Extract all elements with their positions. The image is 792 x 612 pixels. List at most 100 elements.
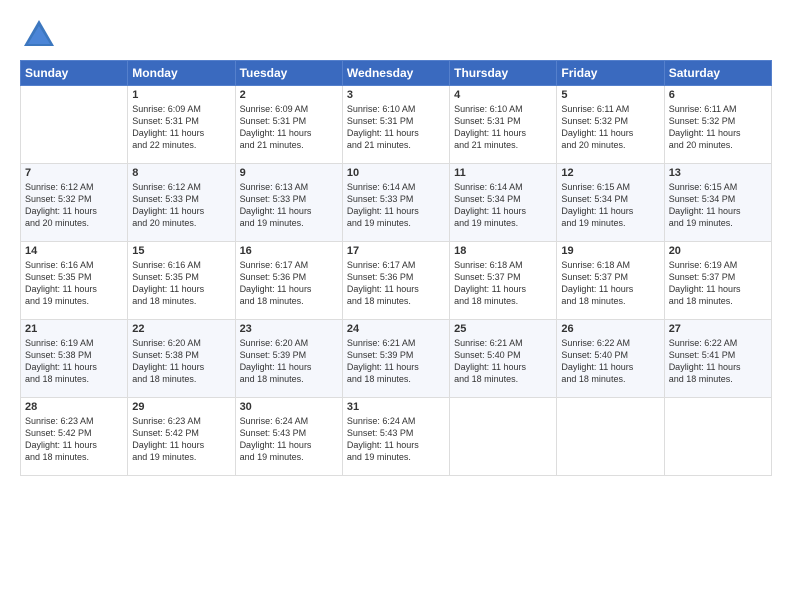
calendar-header-wednesday: Wednesday — [342, 61, 449, 86]
day-number: 29 — [132, 401, 230, 413]
calendar-cell — [664, 398, 771, 476]
day-info: Sunrise: 6:21 AM Sunset: 5:39 PM Dayligh… — [347, 337, 445, 386]
day-info: Sunrise: 6:22 AM Sunset: 5:40 PM Dayligh… — [561, 337, 659, 386]
day-number: 15 — [132, 245, 230, 257]
day-info: Sunrise: 6:18 AM Sunset: 5:37 PM Dayligh… — [454, 259, 552, 308]
day-info: Sunrise: 6:17 AM Sunset: 5:36 PM Dayligh… — [347, 259, 445, 308]
day-info: Sunrise: 6:09 AM Sunset: 5:31 PM Dayligh… — [240, 103, 338, 152]
day-number: 30 — [240, 401, 338, 413]
day-number: 10 — [347, 167, 445, 179]
calendar-table: SundayMondayTuesdayWednesdayThursdayFrid… — [20, 60, 772, 476]
calendar-week-3: 14 Sunrise: 6:16 AM Sunset: 5:35 PM Dayli… — [21, 242, 772, 320]
calendar-header-sunday: Sunday — [21, 61, 128, 86]
calendar-cell: 19 Sunrise: 6:18 AM Sunset: 5:37 PM Dayli… — [557, 242, 664, 320]
day-info: Sunrise: 6:24 AM Sunset: 5:43 PM Dayligh… — [240, 415, 338, 464]
day-number: 1 — [132, 89, 230, 101]
page: SundayMondayTuesdayWednesdayThursdayFrid… — [0, 0, 792, 612]
calendar-cell: 21 Sunrise: 6:19 AM Sunset: 5:38 PM Dayli… — [21, 320, 128, 398]
calendar-cell — [21, 86, 128, 164]
calendar-cell: 4Sunrise: 6:10 AM Sunset: 5:31 PM Daylig… — [450, 86, 557, 164]
calendar-cell: 5Sunrise: 6:11 AM Sunset: 5:32 PM Daylig… — [557, 86, 664, 164]
day-info: Sunrise: 6:23 AM Sunset: 5:42 PM Dayligh… — [132, 415, 230, 464]
calendar-cell: 20Sunrise: 6:19 AM Sunset: 5:37 PM Dayli… — [664, 242, 771, 320]
calendar-cell: 1Sunrise: 6:09 AM Sunset: 5:31 PM Daylig… — [128, 86, 235, 164]
calendar-cell — [557, 398, 664, 476]
calendar-cell: 25Sunrise: 6:21 AM Sunset: 5:40 PM Dayli… — [450, 320, 557, 398]
calendar-cell: 24 Sunrise: 6:21 AM Sunset: 5:39 PM Dayli… — [342, 320, 449, 398]
calendar-cell: 7 Sunrise: 6:12 AM Sunset: 5:32 PM Daylig… — [21, 164, 128, 242]
day-info: Sunrise: 6:10 AM Sunset: 5:31 PM Dayligh… — [347, 103, 445, 152]
day-info: Sunrise: 6:19 AM Sunset: 5:37 PM Dayligh… — [669, 259, 767, 308]
day-number: 16 — [240, 245, 338, 257]
day-number: 24 — [347, 323, 445, 335]
day-number: 11 — [454, 167, 552, 179]
calendar-cell: 8 Sunrise: 6:12 AM Sunset: 5:33 PM Daylig… — [128, 164, 235, 242]
calendar-week-5: 28 Sunrise: 6:23 AM Sunset: 5:42 PM Dayli… — [21, 398, 772, 476]
day-number: 8 — [132, 167, 230, 179]
day-number: 31 — [347, 401, 445, 413]
day-info: Sunrise: 6:23 AM Sunset: 5:42 PM Dayligh… — [25, 415, 123, 464]
day-number: 12 — [561, 167, 659, 179]
day-number: 14 — [25, 245, 123, 257]
day-number: 18 — [454, 245, 552, 257]
calendar-week-2: 7 Sunrise: 6:12 AM Sunset: 5:32 PM Daylig… — [21, 164, 772, 242]
calendar-cell: 14 Sunrise: 6:16 AM Sunset: 5:35 PM Dayli… — [21, 242, 128, 320]
calendar-cell: 30 Sunrise: 6:24 AM Sunset: 5:43 PM Dayli… — [235, 398, 342, 476]
header — [20, 16, 772, 52]
day-info: Sunrise: 6:13 AM Sunset: 5:33 PM Dayligh… — [240, 181, 338, 230]
day-info: Sunrise: 6:12 AM Sunset: 5:33 PM Dayligh… — [132, 181, 230, 230]
day-number: 25 — [454, 323, 552, 335]
day-info: Sunrise: 6:16 AM Sunset: 5:35 PM Dayligh… — [25, 259, 123, 308]
day-info: Sunrise: 6:17 AM Sunset: 5:36 PM Dayligh… — [240, 259, 338, 308]
calendar-cell — [450, 398, 557, 476]
calendar-header-tuesday: Tuesday — [235, 61, 342, 86]
calendar-cell: 6Sunrise: 6:11 AM Sunset: 5:32 PM Daylig… — [664, 86, 771, 164]
day-info: Sunrise: 6:14 AM Sunset: 5:33 PM Dayligh… — [347, 181, 445, 230]
day-number: 7 — [25, 167, 123, 179]
day-info: Sunrise: 6:16 AM Sunset: 5:35 PM Dayligh… — [132, 259, 230, 308]
day-info: Sunrise: 6:15 AM Sunset: 5:34 PM Dayligh… — [561, 181, 659, 230]
calendar-cell: 9 Sunrise: 6:13 AM Sunset: 5:33 PM Daylig… — [235, 164, 342, 242]
day-info: Sunrise: 6:11 AM Sunset: 5:32 PM Dayligh… — [561, 103, 659, 152]
calendar-cell: 17Sunrise: 6:17 AM Sunset: 5:36 PM Dayli… — [342, 242, 449, 320]
day-info: Sunrise: 6:15 AM Sunset: 5:34 PM Dayligh… — [669, 181, 767, 230]
calendar-cell: 16 Sunrise: 6:17 AM Sunset: 5:36 PM Dayli… — [235, 242, 342, 320]
calendar-cell: 31 Sunrise: 6:24 AM Sunset: 5:43 PM Dayli… — [342, 398, 449, 476]
day-info: Sunrise: 6:24 AM Sunset: 5:43 PM Dayligh… — [347, 415, 445, 464]
calendar-cell: 3 Sunrise: 6:10 AM Sunset: 5:31 PM Daylig… — [342, 86, 449, 164]
calendar-header-monday: Monday — [128, 61, 235, 86]
calendar-cell: 11 Sunrise: 6:14 AM Sunset: 5:34 PM Dayli… — [450, 164, 557, 242]
logo-icon — [20, 16, 56, 52]
calendar-cell: 18 Sunrise: 6:18 AM Sunset: 5:37 PM Dayli… — [450, 242, 557, 320]
day-number: 28 — [25, 401, 123, 413]
calendar-week-1: 1 Sunrise: 6:09 AM Sunset: 5:31 PM Daylig… — [21, 86, 772, 164]
day-number: 19 — [561, 245, 659, 257]
day-number: 13 — [669, 167, 767, 179]
day-number: 4 — [454, 89, 552, 101]
day-number: 3 — [347, 89, 445, 101]
calendar-cell: 13 Sunrise: 6:15 AM Sunset: 5:34 PM Dayli… — [664, 164, 771, 242]
day-info: Sunrise: 6:18 AM Sunset: 5:37 PM Dayligh… — [561, 259, 659, 308]
day-number: 22 — [132, 323, 230, 335]
day-info: Sunrise: 6:22 AM Sunset: 5:41 PM Dayligh… — [669, 337, 767, 386]
day-number: 21 — [25, 323, 123, 335]
logo — [20, 16, 60, 52]
calendar-cell: 12 Sunrise: 6:15 AM Sunset: 5:34 PM Dayli… — [557, 164, 664, 242]
calendar-week-4: 21 Sunrise: 6:19 AM Sunset: 5:38 PM Dayli… — [21, 320, 772, 398]
day-info: Sunrise: 6:19 AM Sunset: 5:38 PM Dayligh… — [25, 337, 123, 386]
day-info: Sunrise: 6:11 AM Sunset: 5:32 PM Dayligh… — [669, 103, 767, 152]
day-number: 27 — [669, 323, 767, 335]
calendar-header-saturday: Saturday — [664, 61, 771, 86]
calendar-header-row: SundayMondayTuesdayWednesdayThursdayFrid… — [21, 61, 772, 86]
day-info: Sunrise: 6:12 AM Sunset: 5:32 PM Dayligh… — [25, 181, 123, 230]
calendar-cell: 10 Sunrise: 6:14 AM Sunset: 5:33 PM Dayli… — [342, 164, 449, 242]
calendar-cell: 27 Sunrise: 6:22 AM Sunset: 5:41 PM Dayli… — [664, 320, 771, 398]
day-info: Sunrise: 6:14 AM Sunset: 5:34 PM Dayligh… — [454, 181, 552, 230]
calendar-header-thursday: Thursday — [450, 61, 557, 86]
day-number: 23 — [240, 323, 338, 335]
calendar-cell: 29 Sunrise: 6:23 AM Sunset: 5:42 PM Dayli… — [128, 398, 235, 476]
day-number: 9 — [240, 167, 338, 179]
calendar-header-friday: Friday — [557, 61, 664, 86]
calendar-cell: 22Sunrise: 6:20 AM Sunset: 5:38 PM Dayli… — [128, 320, 235, 398]
calendar-cell: 2Sunrise: 6:09 AM Sunset: 5:31 PM Daylig… — [235, 86, 342, 164]
